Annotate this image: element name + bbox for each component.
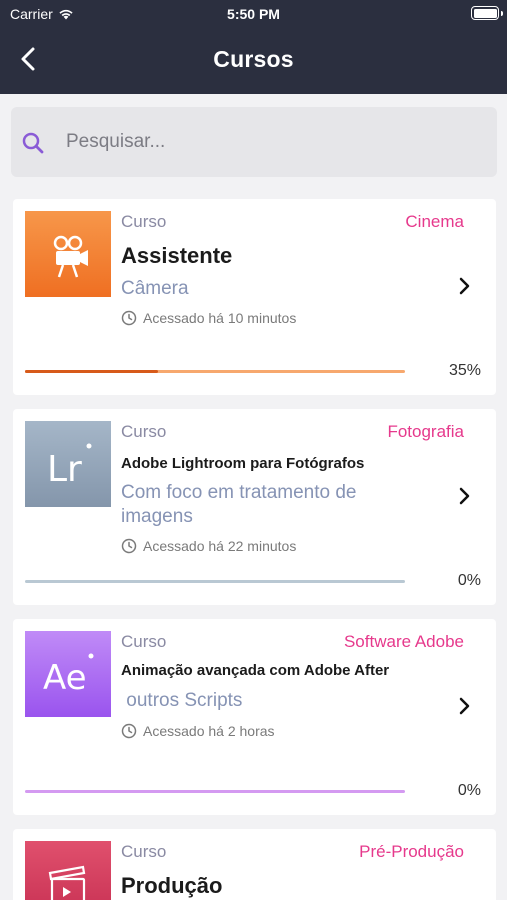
- progress-percent: 35%: [448, 362, 481, 379]
- course-thumbnail: [25, 841, 111, 900]
- course-card[interactable]: Ae Curso Software Adobe Animação avançad…: [13, 619, 496, 815]
- course-title: Assistente: [121, 243, 233, 268]
- chevron-right-icon[interactable]: [456, 486, 474, 506]
- last-accessed: Acessado há 10 minutos: [121, 310, 296, 326]
- last-accessed-text: Acessado há 10 minutos: [143, 310, 297, 326]
- progress-bar: [25, 790, 405, 793]
- course-thumbnail: [25, 211, 111, 297]
- battery-icon: [471, 6, 503, 20]
- course-title: Adobe Lightroom para Fotógrafos: [121, 455, 365, 472]
- clock-icon: [121, 723, 137, 739]
- after-effects-logo: Ae: [43, 658, 87, 698]
- last-accessed-text: Acessado há 2 horas: [143, 723, 275, 739]
- course-category: Software Adobe: [343, 632, 464, 651]
- chevron-right-icon[interactable]: [456, 276, 474, 296]
- progress-percent: 0%: [457, 572, 481, 589]
- course-type-label: Curso: [121, 632, 167, 651]
- page-title: Cursos: [213, 46, 294, 72]
- course-subtitle: Com foco em tratamento de imagens: [121, 482, 357, 527]
- chevron-right-icon[interactable]: [456, 696, 474, 716]
- app-header: Carrier 5:50 PM Cursos: [0, 0, 507, 94]
- clock-icon: [121, 538, 137, 554]
- course-category: Fotografia: [387, 422, 464, 441]
- course-title: Animação avançada com Adobe After: [121, 662, 390, 679]
- lightroom-logo: Lr: [47, 449, 82, 490]
- clock-icon: [121, 310, 137, 326]
- course-card[interactable]: Lr Curso Fotografia Adobe Lightroom para…: [13, 409, 496, 605]
- search-input[interactable]: [66, 125, 476, 159]
- course-thumbnail: Lr: [25, 421, 111, 507]
- course-category: Cinema: [405, 212, 464, 231]
- progress-percent: 0%: [457, 782, 481, 799]
- course-category: Pré-Produção: [359, 842, 464, 861]
- last-accessed: Acessado há 22 minutos: [121, 538, 296, 554]
- course-type-label: Curso: [121, 842, 167, 861]
- status-time: 5:50 PM: [227, 6, 280, 22]
- search-icon: [22, 132, 44, 154]
- course-type-label: Curso: [121, 212, 167, 231]
- progress-fill: [25, 370, 158, 373]
- progress-bar: [25, 580, 405, 583]
- last-accessed: Acessado há 2 horas: [121, 723, 275, 739]
- course-card[interactable]: Curso Cinema Assistente Câmera Acessado …: [13, 199, 496, 395]
- course-type-label: Curso: [121, 422, 167, 441]
- course-thumbnail: Ae: [25, 631, 111, 717]
- last-accessed-text: Acessado há 22 minutos: [143, 538, 297, 554]
- course-card[interactable]: Curso Pré-Produção Produção: [13, 829, 496, 900]
- course-subtitle: Câmera: [121, 278, 189, 299]
- course-title: Produção: [121, 873, 223, 898]
- status-bar: Carrier 5:50 PM: [0, 0, 507, 28]
- progress-bar: [25, 370, 405, 373]
- search-bar[interactable]: [11, 107, 497, 177]
- course-subtitle: outros Scripts: [121, 690, 243, 711]
